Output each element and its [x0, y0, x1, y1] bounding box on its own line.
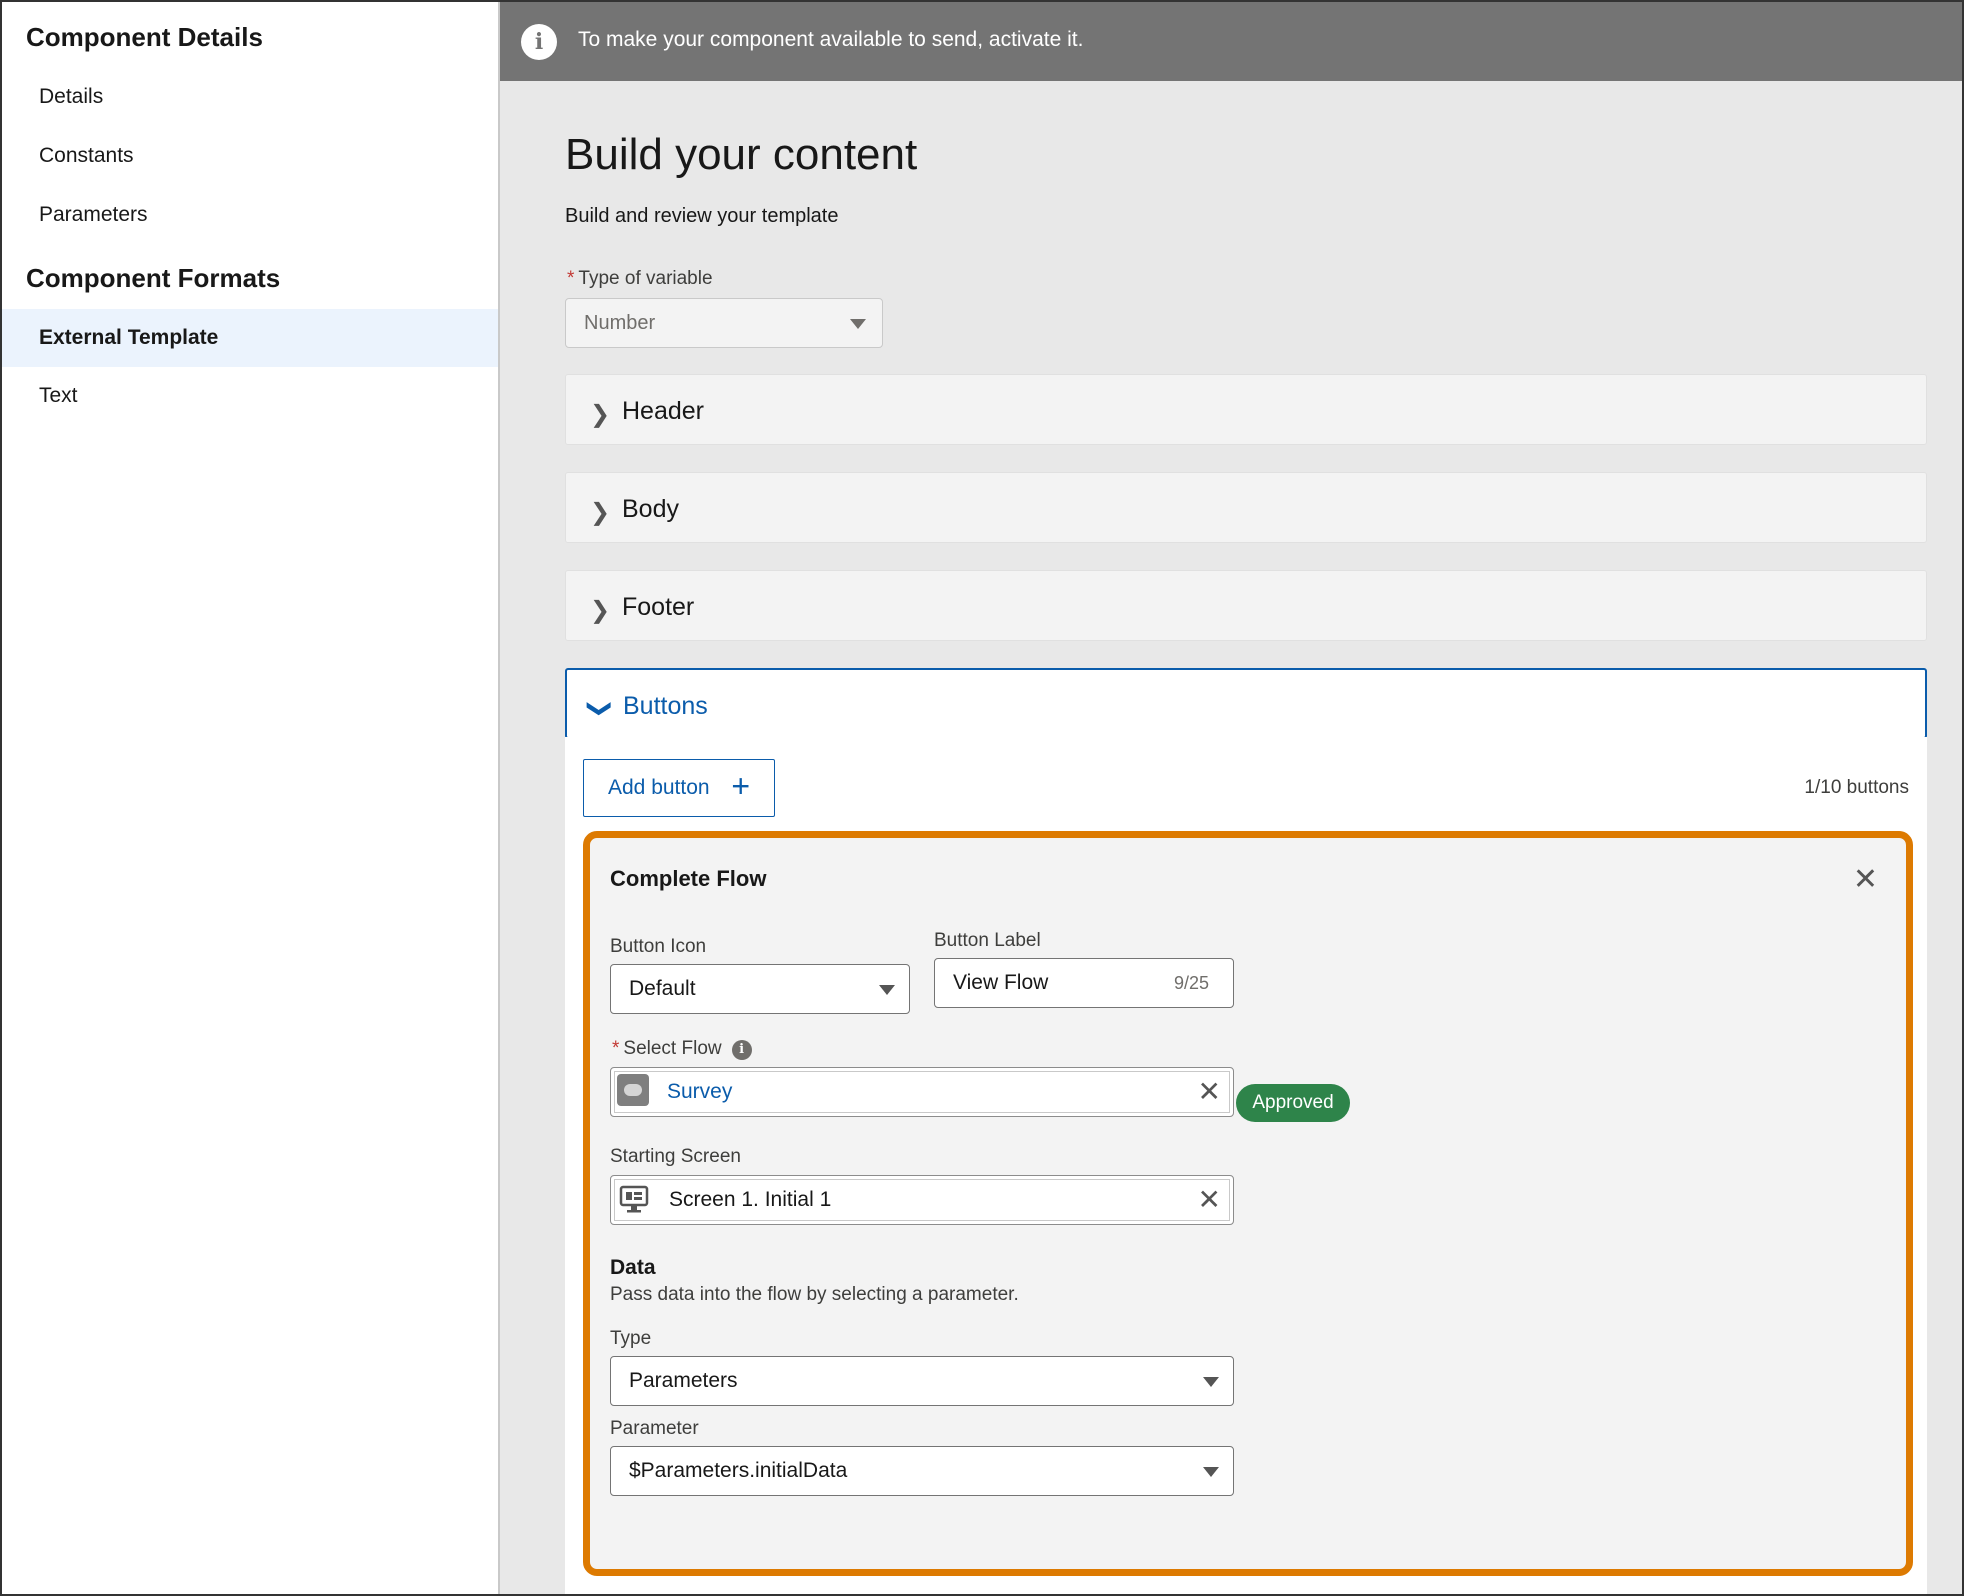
chevron-down-icon: [879, 985, 895, 995]
page-title: Build your content: [565, 130, 918, 179]
clear-icon[interactable]: ✕: [1198, 1176, 1221, 1224]
type-of-variable-value: Number: [584, 312, 656, 334]
data-section-title: Data: [610, 1256, 656, 1279]
section-body[interactable]: ❯ Body: [565, 472, 1927, 543]
chevron-down-icon: [1203, 1377, 1219, 1387]
flow-icon: [617, 1074, 649, 1106]
screen-icon: [619, 1185, 649, 1213]
activation-banner: i To make your component available to se…: [500, 2, 1962, 81]
section-footer[interactable]: ❯ Footer: [565, 570, 1927, 641]
sidebar-item-text[interactable]: Text: [2, 367, 498, 425]
select-flow-lookup[interactable]: Survey ✕: [610, 1067, 1234, 1117]
buttons-panel: Add button + 1/10 buttons Complete Flow …: [565, 737, 1927, 1594]
parameter-label: Parameter: [610, 1418, 699, 1439]
select-flow-label: * Select Flow i: [612, 1038, 752, 1060]
chevron-down-icon: [850, 319, 866, 329]
button-icon-value: Default: [629, 977, 696, 1000]
main-content: i To make your component available to se…: [500, 2, 1962, 1594]
card-title: Complete Flow: [610, 866, 767, 891]
section-buttons-title: Buttons: [623, 692, 708, 720]
chevron-down-icon: ❯: [586, 698, 614, 719]
type-value: Parameters: [629, 1369, 738, 1392]
sidebar-item-constants[interactable]: Constants: [2, 127, 498, 185]
chevron-down-icon: [1203, 1467, 1219, 1477]
app-frame: Component Details Details Constants Para…: [0, 0, 1964, 1596]
type-label: Type: [610, 1328, 652, 1349]
sidebar-item-external-template[interactable]: External Template: [2, 309, 498, 367]
status-badge: Approved: [1236, 1084, 1350, 1122]
required-asterisk: *: [567, 268, 575, 289]
button-card-complete-flow: Complete Flow ✕ Button Icon Default Butt…: [583, 831, 1913, 1576]
section-header[interactable]: ❯ Header: [565, 374, 1927, 445]
section-buttons[interactable]: ❯ Buttons: [565, 668, 1927, 739]
add-button-label: Add button: [608, 776, 710, 799]
clear-icon[interactable]: ✕: [1198, 1068, 1221, 1116]
chevron-right-icon: ❯: [590, 597, 611, 624]
button-label-value: View Flow: [953, 971, 1049, 994]
section-header-title: Header: [622, 397, 704, 425]
close-icon[interactable]: ✕: [1853, 862, 1878, 897]
starting-screen-value: Screen 1. Initial 1: [669, 1188, 832, 1211]
info-icon[interactable]: i: [731, 1040, 752, 1060]
starting-screen-lookup[interactable]: Screen 1. Initial 1 ✕: [610, 1175, 1234, 1225]
page-subtitle: Build and review your template: [565, 205, 839, 227]
plus-icon: +: [731, 768, 750, 804]
button-label-label: Button Label: [934, 930, 1041, 951]
add-button[interactable]: Add button +: [583, 759, 775, 817]
sidebar-item-details[interactable]: Details: [2, 68, 498, 126]
section-body-title: Body: [622, 495, 679, 523]
data-section-description: Pass data into the flow by selecting a p…: [610, 1284, 1019, 1305]
sidebar: Component Details Details Constants Para…: [2, 2, 500, 1594]
starting-screen-label: Starting Screen: [610, 1146, 741, 1167]
type-of-variable-label-text: Type of variable: [578, 268, 713, 289]
sidebar-item-parameters[interactable]: Parameters: [2, 186, 498, 244]
button-count: 1/10 buttons: [1804, 777, 1909, 798]
type-of-variable-label: * Type of variable: [567, 268, 713, 290]
chevron-right-icon: ❯: [590, 499, 611, 526]
button-icon-label: Button Icon: [610, 936, 707, 957]
type-select[interactable]: Parameters: [610, 1356, 1234, 1406]
character-count: 9/25: [1173, 973, 1209, 993]
type-of-variable-select: Number: [565, 298, 883, 348]
section-footer-title: Footer: [622, 593, 695, 621]
sidebar-heading-component-details: Component Details: [26, 22, 263, 52]
parameter-select[interactable]: $Parameters.initialData: [610, 1446, 1234, 1496]
parameter-value: $Parameters.initialData: [629, 1459, 848, 1482]
banner-message: To make your component available to send…: [578, 28, 1084, 51]
chevron-right-icon: ❯: [590, 401, 611, 428]
info-icon: i: [521, 24, 557, 60]
selected-flow[interactable]: Survey: [667, 1080, 732, 1103]
select-flow-label-text: Select Flow: [623, 1038, 722, 1059]
required-asterisk: *: [612, 1038, 620, 1059]
button-label-input[interactable]: View Flow 9/25: [934, 958, 1234, 1008]
sidebar-heading-component-formats: Component Formats: [26, 263, 281, 293]
button-icon-select[interactable]: Default: [610, 964, 910, 1014]
